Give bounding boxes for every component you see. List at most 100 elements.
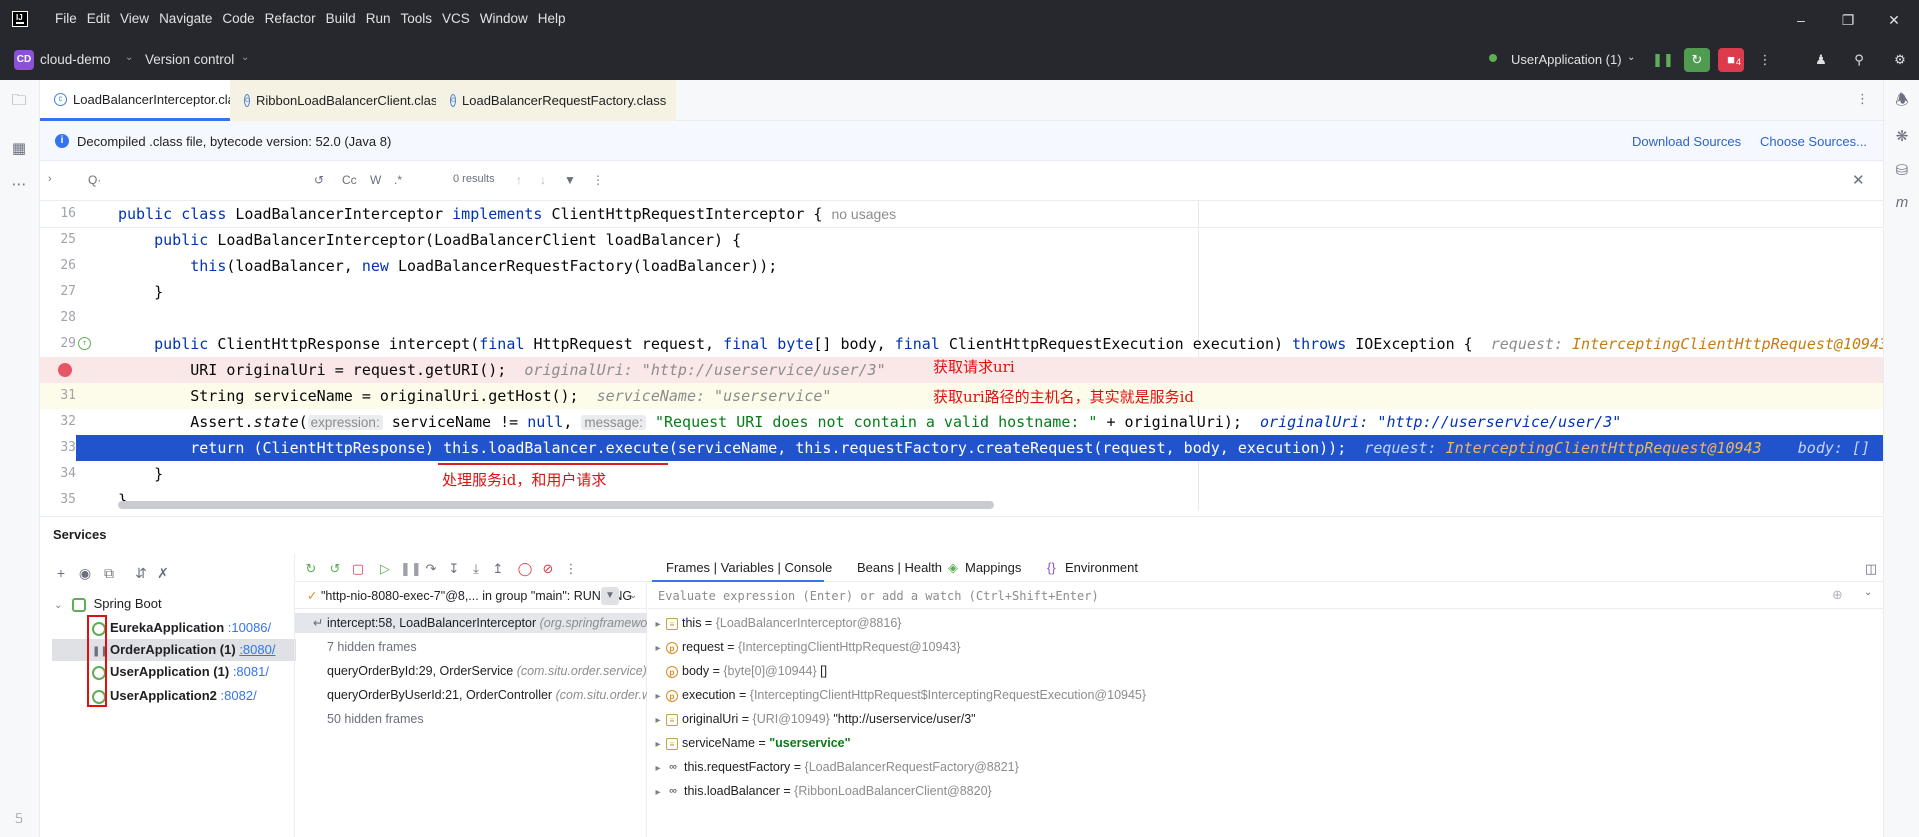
new-tab-icon[interactable]: ⧉	[101, 565, 117, 581]
layout-icon[interactable]: ◫	[1863, 561, 1879, 577]
app-port-link[interactable]: :10086/	[228, 620, 271, 635]
close-find-icon[interactable]: ✕	[1852, 171, 1865, 189]
chevron-down-icon[interactable]: ⌄	[629, 583, 637, 608]
inline-debug-value[interactable]: InterceptingClientHttpRequest@10943	[1572, 335, 1883, 353]
version-control-menu[interactable]: Version control	[145, 52, 234, 67]
rerun-icon[interactable]: ↻	[303, 561, 319, 577]
menu-navigate[interactable]: Navigate	[154, 11, 217, 26]
ai-assistant-icon[interactable]: ❋	[1893, 128, 1911, 146]
choose-sources-link[interactable]: Choose Sources...	[1760, 134, 1867, 149]
download-sources-link[interactable]: Download Sources	[1632, 134, 1741, 149]
more-icon[interactable]: ⋮	[592, 173, 604, 187]
eye-icon[interactable]: ◉	[77, 565, 93, 581]
tree-spring-boot[interactable]: ⌄ Spring Boot	[54, 594, 162, 614]
gear-icon[interactable]: ⚙	[1887, 48, 1913, 72]
chevron-down-icon[interactable]: ⌄	[54, 600, 62, 611]
frame-item[interactable]: ↵ intercept:58, LoadBalancerInterceptor …	[295, 613, 647, 633]
add-watch-icon[interactable]: ⊕	[1832, 587, 1843, 603]
tab-mappings[interactable]: Mappings	[965, 560, 1021, 575]
menu-build[interactable]: Build	[321, 11, 361, 26]
whole-word-toggle[interactable]: W	[370, 173, 381, 187]
menu-run[interactable]: Run	[361, 11, 396, 26]
menu-file[interactable]: File	[50, 11, 82, 26]
expand-all-icon[interactable]: ⇵	[133, 565, 149, 581]
step-into-icon[interactable]: ↧	[446, 561, 462, 577]
tree-eureka-application[interactable]: EurekaApplication :10086/	[92, 618, 271, 638]
tab-frames-variables-console[interactable]: Frames | Variables | Console	[666, 560, 832, 575]
expand-arrow-icon[interactable]: ▸	[650, 687, 666, 707]
tree-user-application-2[interactable]: UserApplication2 :8082/	[92, 686, 257, 706]
app-port-link[interactable]: :8082/	[221, 688, 257, 703]
structure-icon[interactable]: ▦	[10, 140, 28, 158]
chevron-down-icon[interactable]: ⌄	[1627, 52, 1635, 63]
search-icon[interactable]: ⚲	[1846, 48, 1872, 72]
expand-arrow-icon[interactable]: ▸	[650, 639, 666, 659]
mute-breakpoints-icon[interactable]: ⊘	[540, 561, 556, 577]
expand-arrow-icon[interactable]: ▸	[650, 615, 666, 635]
frame-item[interactable]: queryOrderByUserId:21, OrderController (…	[295, 685, 647, 705]
implements-gutter-icon[interactable]: ↑	[78, 337, 91, 350]
rerun-debug-icon[interactable]: ↻	[1684, 48, 1710, 72]
step-out-icon[interactable]: ↥	[490, 561, 506, 577]
app-port-link[interactable]: :8080/	[239, 642, 275, 657]
hidden-frames[interactable]: 7 hidden frames	[295, 637, 647, 657]
menu-tools[interactable]: Tools	[395, 11, 437, 26]
match-case-toggle[interactable]: Cc	[342, 173, 357, 187]
stop-icon[interactable]: ▢	[350, 561, 366, 577]
more-tools-icon[interactable]: ⋯	[10, 176, 28, 194]
usages-hint[interactable]: no usages	[831, 206, 896, 222]
restore-icon[interactable]: ❐	[1838, 10, 1858, 30]
filter-icon[interactable]: ▼	[564, 173, 576, 187]
more-icon[interactable]: ⋮	[563, 561, 579, 577]
force-step-into-icon[interactable]: ⤓	[468, 561, 484, 577]
collapse-all-icon[interactable]: ✗	[155, 565, 171, 581]
variable-row[interactable]: ▸ p request = {InterceptingClientHttpReque…	[650, 637, 960, 659]
chevron-down-icon[interactable]: ⌄	[125, 52, 133, 63]
folder-icon[interactable]: 🗀	[10, 92, 28, 110]
pause-icon[interactable]: ❚❚	[400, 561, 422, 577]
breakpoint-icon[interactable]	[58, 363, 72, 377]
arrow-down-icon[interactable]: ↓	[540, 173, 546, 187]
app-port-link[interactable]: :8081/	[233, 664, 269, 679]
variable-row[interactable]: ▸ ≡ serviceName = "userservice"	[650, 733, 850, 755]
frame-item[interactable]: queryOrderById:29, OrderService (com.sit…	[295, 661, 647, 681]
history-icon[interactable]: ↺	[314, 173, 324, 187]
inline-debug-value[interactable]: InterceptingClientHttpRequest@10943	[1446, 439, 1762, 457]
variable-row[interactable]: ▸ ≡ originalUri = {URI@10949} "http://user…	[650, 709, 975, 731]
tab-ribbonloadbalancerclient[interactable]: c RibbonLoadBalancerClient.class	[230, 80, 444, 121]
resume-icon[interactable]: ❚❚	[1650, 48, 1676, 72]
expand-icon[interactable]: ›	[48, 173, 52, 185]
tree-order-application[interactable]: ❚❚OrderApplication (1) :8080/	[92, 640, 275, 660]
add-user-icon[interactable]: ♟	[1808, 48, 1834, 72]
expand-arrow-icon[interactable]: ▸	[650, 783, 666, 803]
tab-more-icon[interactable]: ⋮	[1856, 91, 1869, 107]
view-breakpoints-icon[interactable]: ◯	[517, 561, 533, 577]
stop-icon[interactable]: ■ 4	[1718, 48, 1744, 72]
tree-user-application-1[interactable]: UserApplication (1) :8081/	[92, 662, 269, 682]
variable-row[interactable]: ▸ ≡ this = {LoadBalancerInterceptor@8816}	[650, 613, 901, 633]
code-editor[interactable]: 16 public class LoadBalancerInterceptor …	[40, 201, 1883, 511]
variable-row[interactable]: ▸ p execution = {InterceptingClientHttpReq…	[650, 685, 1146, 705]
search-input[interactable]: Q·	[88, 173, 101, 187]
regex-toggle[interactable]: .*	[394, 173, 402, 187]
expand-arrow-icon[interactable]: ▸	[650, 735, 666, 755]
notifications-icon[interactable]: 🕭	[1893, 92, 1911, 110]
evaluate-expression-input[interactable]: Evaluate expression (Enter) or add a wat…	[648, 583, 1883, 609]
filter-icon[interactable]: ▼	[601, 587, 619, 605]
maven-icon[interactable]: m	[1893, 194, 1911, 212]
expand-arrow-icon[interactable]: ▸	[650, 759, 666, 779]
resume-program-icon[interactable]: ▷	[377, 561, 393, 577]
menu-refactor[interactable]: Refactor	[260, 11, 321, 26]
arrow-up-icon[interactable]: ↑	[516, 173, 522, 187]
add-icon[interactable]: +	[53, 565, 69, 581]
variable-row[interactable]: p body = {byte[0]@10944} []	[650, 661, 827, 681]
expand-arrow-icon[interactable]: ▸	[650, 711, 666, 731]
chevron-down-icon[interactable]: ⌄	[1864, 587, 1872, 598]
variable-row[interactable]: ▸ ∞ this.loadBalancer = {RibbonLoadBalance…	[650, 781, 991, 803]
menu-window[interactable]: Window	[475, 11, 533, 26]
database-icon[interactable]: ⛁	[1893, 162, 1911, 180]
tab-beans-health[interactable]: Beans | Health	[857, 560, 942, 575]
intellij-logo-icon[interactable]: IJ	[12, 11, 28, 27]
menu-edit[interactable]: Edit	[82, 11, 115, 26]
project-name[interactable]: cloud-demo	[40, 52, 111, 67]
